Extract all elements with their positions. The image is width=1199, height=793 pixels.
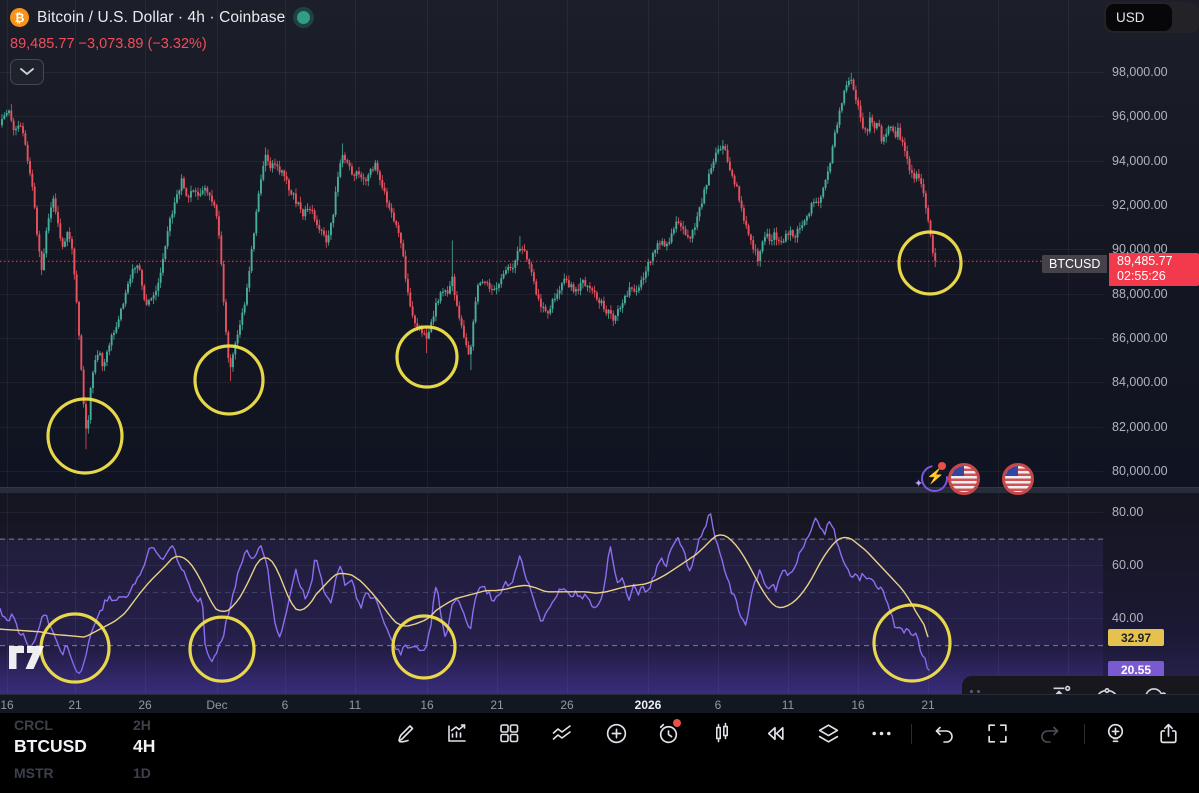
time-axis-label: 6 bbox=[281, 698, 289, 712]
alert-badge bbox=[673, 719, 681, 727]
share-button[interactable] bbox=[1154, 719, 1182, 747]
price-change-line: 89,485.77 −3,073.89 (−3.32%) bbox=[10, 36, 207, 52]
fullscreen-button[interactable] bbox=[983, 719, 1011, 747]
indicators-button[interactable] bbox=[443, 719, 471, 747]
symbol-picker-next[interactable]: MSTR bbox=[14, 765, 54, 781]
candles-icon bbox=[716, 722, 729, 743]
plus-circle-icon bbox=[606, 723, 626, 743]
sparkle-icon: ✦ bbox=[914, 478, 924, 490]
bitcoin-icon: ₿ bbox=[10, 8, 29, 27]
ideas-button[interactable] bbox=[1101, 719, 1129, 747]
layouts-button[interactable] bbox=[495, 719, 523, 747]
undo-icon bbox=[935, 726, 953, 743]
event-red-dot bbox=[938, 462, 946, 470]
interval-picker-next[interactable]: 1D bbox=[133, 765, 151, 781]
indicators-chart-icon bbox=[448, 724, 466, 742]
share-icon bbox=[1159, 723, 1177, 743]
symbol-picker-current[interactable]: BTCUSD bbox=[14, 736, 87, 757]
price-axis-label: 84,000.00 bbox=[1112, 375, 1168, 390]
grid-layout-icon bbox=[500, 724, 519, 743]
rewind-icon bbox=[767, 726, 784, 740]
last-price-label: 89,485.77 02:55:26 bbox=[1109, 253, 1199, 286]
market-status-dot[interactable] bbox=[297, 11, 311, 24]
symbol-picker-prev[interactable]: CRCL bbox=[14, 717, 53, 733]
add-button[interactable] bbox=[602, 719, 630, 747]
time-axis-label: 21 bbox=[490, 698, 504, 712]
price-axis-label: 98,000.00 bbox=[1112, 65, 1168, 79]
price-axis-label: 80,000.00 bbox=[1112, 464, 1168, 478]
pencil-icon bbox=[398, 725, 414, 743]
interval-picker-current[interactable]: 4H bbox=[133, 736, 155, 757]
fullscreen-icon bbox=[987, 723, 1007, 743]
interval-picker-prev[interactable]: 2H bbox=[133, 717, 151, 733]
time-axis-label: 6 bbox=[714, 698, 722, 712]
time-axis-label: 21 bbox=[921, 698, 935, 712]
price-axis-label: 92,000.00 bbox=[1112, 198, 1168, 212]
tradingview-logo bbox=[8, 644, 48, 676]
ellipsis-icon bbox=[871, 731, 891, 735]
time-axis-label: 16 bbox=[0, 698, 14, 712]
collapse-legend-button[interactable] bbox=[10, 59, 44, 85]
us-economic-event-icon[interactable] bbox=[1002, 463, 1034, 495]
chevron-down-icon bbox=[20, 68, 34, 76]
time-axis-label: 16 bbox=[420, 698, 434, 712]
compare-button[interactable] bbox=[548, 719, 576, 747]
time-axis-label: 11 bbox=[348, 698, 362, 712]
time-axis-label: 11 bbox=[781, 698, 795, 712]
lightbulb-plus-icon bbox=[1107, 723, 1123, 742]
object-tree-button[interactable] bbox=[814, 719, 842, 747]
toolbar-divider bbox=[1084, 724, 1085, 744]
rsi-axis-label: 60.00 bbox=[1112, 558, 1144, 573]
alerts-button[interactable] bbox=[654, 719, 682, 747]
time-axis-label: 26 bbox=[560, 698, 574, 712]
time-axis-label: 21 bbox=[68, 698, 82, 712]
currency-label: USD bbox=[1116, 10, 1145, 25]
time-axis-label: 26 bbox=[138, 698, 152, 712]
chart-canvas[interactable] bbox=[0, 0, 1199, 694]
last-price-text: 89,485.77 bbox=[10, 36, 75, 52]
change-text: −3,073.89 (−3.32%) bbox=[78, 36, 207, 52]
us-economic-event-icon[interactable] bbox=[948, 463, 980, 495]
bar-countdown: 02:55:26 bbox=[1117, 269, 1166, 283]
price-axis-label: 86,000.00 bbox=[1112, 331, 1168, 345]
draw-button[interactable] bbox=[393, 719, 421, 747]
symbol-chip-label: BTCUSD bbox=[1049, 257, 1101, 271]
last-price-symbol-chip: BTCUSD bbox=[1042, 255, 1108, 273]
price-axis-label: 94,000.00 bbox=[1112, 153, 1168, 168]
redo-icon bbox=[1041, 726, 1059, 743]
price-axis-label: 88,000.00 bbox=[1112, 286, 1168, 301]
time-axis-label: Dec bbox=[206, 698, 228, 712]
toolbar-divider bbox=[911, 724, 912, 744]
currency-tab[interactable]: USD bbox=[1106, 4, 1172, 31]
economic-event-ai-icon[interactable]: ⚡ ✦ bbox=[914, 459, 954, 498]
layers-icon bbox=[818, 723, 838, 743]
time-axis-label: 2026 bbox=[634, 698, 662, 712]
undo-button[interactable] bbox=[930, 719, 958, 747]
rsi-axis-label: 40.00 bbox=[1112, 611, 1144, 626]
bar-replay-button[interactable] bbox=[761, 719, 789, 747]
price-axis-label: 82,000.00 bbox=[1112, 419, 1168, 434]
bottom-toolbar: CRCL BTCUSD MSTR 2H 4H 1D ☽ bbox=[0, 713, 1199, 793]
chart-type-button[interactable] bbox=[708, 719, 736, 747]
compare-lines-icon bbox=[552, 725, 571, 740]
price-axis-label: 96,000.00 bbox=[1112, 109, 1168, 124]
redo-button[interactable] bbox=[1036, 719, 1064, 747]
symbol-title[interactable]: Bitcoin / U.S. Dollar · 4h · Coinbase bbox=[37, 9, 285, 27]
more-button[interactable] bbox=[867, 719, 895, 747]
rsi-ma-value-label: 32.97 bbox=[1108, 629, 1164, 646]
tradingview-chart-app: ₿ Bitcoin / U.S. Dollar · 4h · Coinbase … bbox=[0, 0, 1199, 793]
rsi-axis-label: 80.00 bbox=[1112, 505, 1144, 519]
price-axis-label: 90,000.00 bbox=[1112, 242, 1168, 257]
chart-header: ₿ Bitcoin / U.S. Dollar · 4h · Coinbase bbox=[10, 8, 311, 27]
time-axis-label: 16 bbox=[851, 698, 865, 712]
